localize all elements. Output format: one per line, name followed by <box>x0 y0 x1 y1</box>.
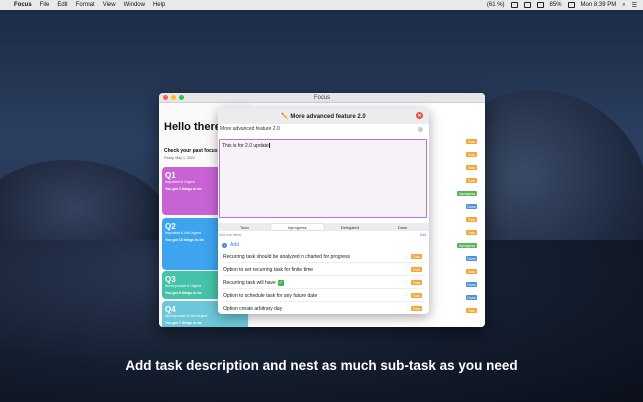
status-badge[interactable]: Todo <box>411 293 422 298</box>
menubar-clock[interactable]: Mon 8:39 PM <box>581 2 617 8</box>
menu-format[interactable]: Format <box>76 2 95 8</box>
current-date: Friday, May 1, 2020 <box>164 156 195 160</box>
segment-delegated[interactable]: Delegated <box>324 223 377 231</box>
subtask-row[interactable]: Option to schedule task for any future d… <box>223 290 425 302</box>
add-label: Add <box>230 242 239 248</box>
status-badge[interactable]: Todo <box>466 269 477 274</box>
status-badge[interactable]: Todo <box>411 306 422 311</box>
status-badge[interactable]: Done <box>466 295 477 300</box>
past-focus-link[interactable]: Check your past focus <box>164 148 218 154</box>
edit-button[interactable]: Edit <box>420 233 426 237</box>
status-badge[interactable]: Todo <box>466 165 477 170</box>
close-icon[interactable]: ✕ <box>416 112 423 119</box>
drag-handle-icon[interactable]: ⋮ <box>404 306 409 312</box>
subtask-row[interactable]: Recurring task will have ✓ ⋮ Todo <box>223 277 425 289</box>
task-title-value: More advanced feature 2.0 <box>220 126 280 132</box>
drag-handle-icon[interactable]: ⋮ <box>404 254 409 260</box>
status-badge[interactable]: Todo <box>411 254 422 259</box>
wifi-icon[interactable] <box>536 2 544 8</box>
quadrant-subtitle: Not Important & Not Urgent <box>165 314 208 318</box>
status-badge[interactable]: Done <box>466 204 477 209</box>
status-badge[interactable]: Inprogress <box>457 191 477 196</box>
status-badge[interactable]: Todo <box>466 308 477 313</box>
task-title-field[interactable]: More advanced feature 2.0 <box>219 126 427 134</box>
battery-percent[interactable]: 85% <box>550 2 562 8</box>
subitems-header: Add sub items Edit <box>219 233 428 237</box>
subtask-row[interactable]: Option to set recurring task for finite … <box>223 264 425 276</box>
menu-view[interactable]: View <box>103 2 116 8</box>
tray-icon[interactable] <box>510 2 518 8</box>
battery-icon[interactable] <box>567 2 575 8</box>
greeting: Hello there, <box>164 121 224 133</box>
marketing-caption: Add task description and nest as much su… <box>125 358 518 373</box>
status-badge[interactable]: Done <box>466 256 477 261</box>
subtask-text: Option to set recurring task for finite … <box>223 266 314 273</box>
subtask-text: Option to schedule task for any future d… <box>223 292 318 299</box>
menu-file[interactable]: File <box>40 2 50 8</box>
window-titlebar: Focus <box>159 93 485 103</box>
menu-window[interactable]: Window <box>124 2 145 8</box>
plus-icon: + <box>222 242 227 248</box>
subtask-text: Option create arbitrary day <box>223 305 283 312</box>
menu-help[interactable]: Help <box>153 2 165 8</box>
subtask-row[interactable]: Option create arbitrary day ⋮ Todo <box>223 303 425 314</box>
segment-inprogress[interactable]: Inprogress <box>270 224 324 230</box>
status-badge[interactable]: Todo <box>466 217 477 222</box>
add-subtask-button[interactable]: + Add <box>222 242 239 248</box>
clear-icon[interactable] <box>418 127 423 132</box>
menu-list-icon[interactable]: ☰ <box>632 2 637 9</box>
text-caret <box>268 143 270 149</box>
subtask-text: Recurring task should be analyzed n char… <box>223 253 351 260</box>
menu-app-name[interactable]: Focus <box>14 2 32 8</box>
window-title: Focus <box>313 94 331 101</box>
quadrant-count: You got 7 things to do <box>165 321 202 325</box>
status-badge[interactable]: Todo <box>411 267 422 272</box>
subitems-label: Add sub items <box>219 233 242 237</box>
drag-handle-icon[interactable]: ⋮ <box>404 280 409 286</box>
status-badge[interactable]: Todo <box>466 178 477 183</box>
task-description-value: This is for 2.0 update <box>222 143 269 149</box>
checkmark-icon: ✓ <box>277 279 284 286</box>
drag-handle-icon[interactable]: ⋮ <box>404 293 409 299</box>
menu-edit[interactable]: Edit <box>57 2 67 8</box>
subtask-row[interactable]: Recurring task should be analyzed n char… <box>223 251 425 263</box>
dialog-header: ✏️ More advanced feature 2.0 ✕ <box>218 108 429 124</box>
segment-done[interactable]: Done <box>376 223 429 231</box>
menu-bar: Focus File Edit Format View Window Help … <box>0 0 643 10</box>
status-badge[interactable]: Todo <box>466 230 477 235</box>
status-badge[interactable]: Todo <box>466 139 477 144</box>
status-badge[interactable]: Inprogress <box>457 243 477 248</box>
status-badge[interactable]: Todo <box>466 152 477 157</box>
task-description-field[interactable]: This is for 2.0 update <box>219 139 427 218</box>
temperature-status[interactable]: (61 %) <box>487 2 505 8</box>
dialog-title: ✏️ More advanced feature 2.0 <box>281 113 366 120</box>
tray-icon[interactable] <box>523 2 531 8</box>
drag-handle-icon[interactable]: ⋮ <box>404 267 409 273</box>
status-segmented-control: Todo Inprogress Delegated Done <box>218 223 429 231</box>
status-badge[interactable]: Done <box>466 282 477 287</box>
subtask-text: Recurring task will have <box>223 279 276 286</box>
task-detail-dialog: ✏️ More advanced feature 2.0 ✕ More adva… <box>218 108 429 314</box>
segment-todo[interactable]: Todo <box>218 223 271 231</box>
status-badge[interactable]: Todo <box>411 280 422 285</box>
search-icon[interactable]: ⌕ <box>622 2 625 9</box>
